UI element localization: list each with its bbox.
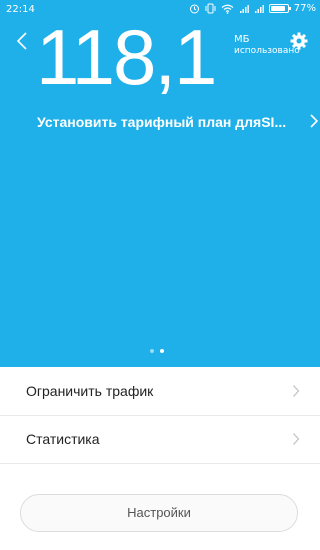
usage-unit: МБ — [234, 34, 250, 45]
statistics-item[interactable]: Статистика — [0, 416, 320, 464]
battery-percent: 77% — [293, 3, 316, 14]
statistics-label: Статистика — [26, 431, 100, 447]
signal-icon — [254, 4, 264, 13]
chevron-right-icon[interactable] — [308, 112, 320, 130]
page-dot-active — [160, 349, 164, 353]
usage-panel: 22:14 77% 118,1 МБ использовано Установи — [0, 0, 320, 367]
settings-button[interactable]: Настройки — [20, 494, 298, 532]
wifi-icon — [221, 4, 234, 14]
page-indicator — [150, 349, 164, 353]
back-icon[interactable] — [12, 30, 34, 52]
limit-traffic-label: Ограничить трафик — [26, 383, 154, 399]
gear-icon[interactable] — [289, 31, 309, 51]
status-time: 22:14 — [6, 4, 35, 15]
usage-amount: 118,1 — [36, 13, 217, 101]
set-plan-link[interactable]: Установить тарифный план дляSI... — [37, 114, 307, 130]
chevron-right-icon — [293, 433, 300, 445]
page-dot — [150, 349, 154, 353]
battery-level-fill — [270, 6, 285, 11]
signal-icon — [239, 4, 249, 13]
battery-icon — [268, 4, 291, 13]
limit-traffic-item[interactable]: Ограничить трафик — [0, 368, 320, 416]
chevron-right-icon — [293, 385, 300, 397]
